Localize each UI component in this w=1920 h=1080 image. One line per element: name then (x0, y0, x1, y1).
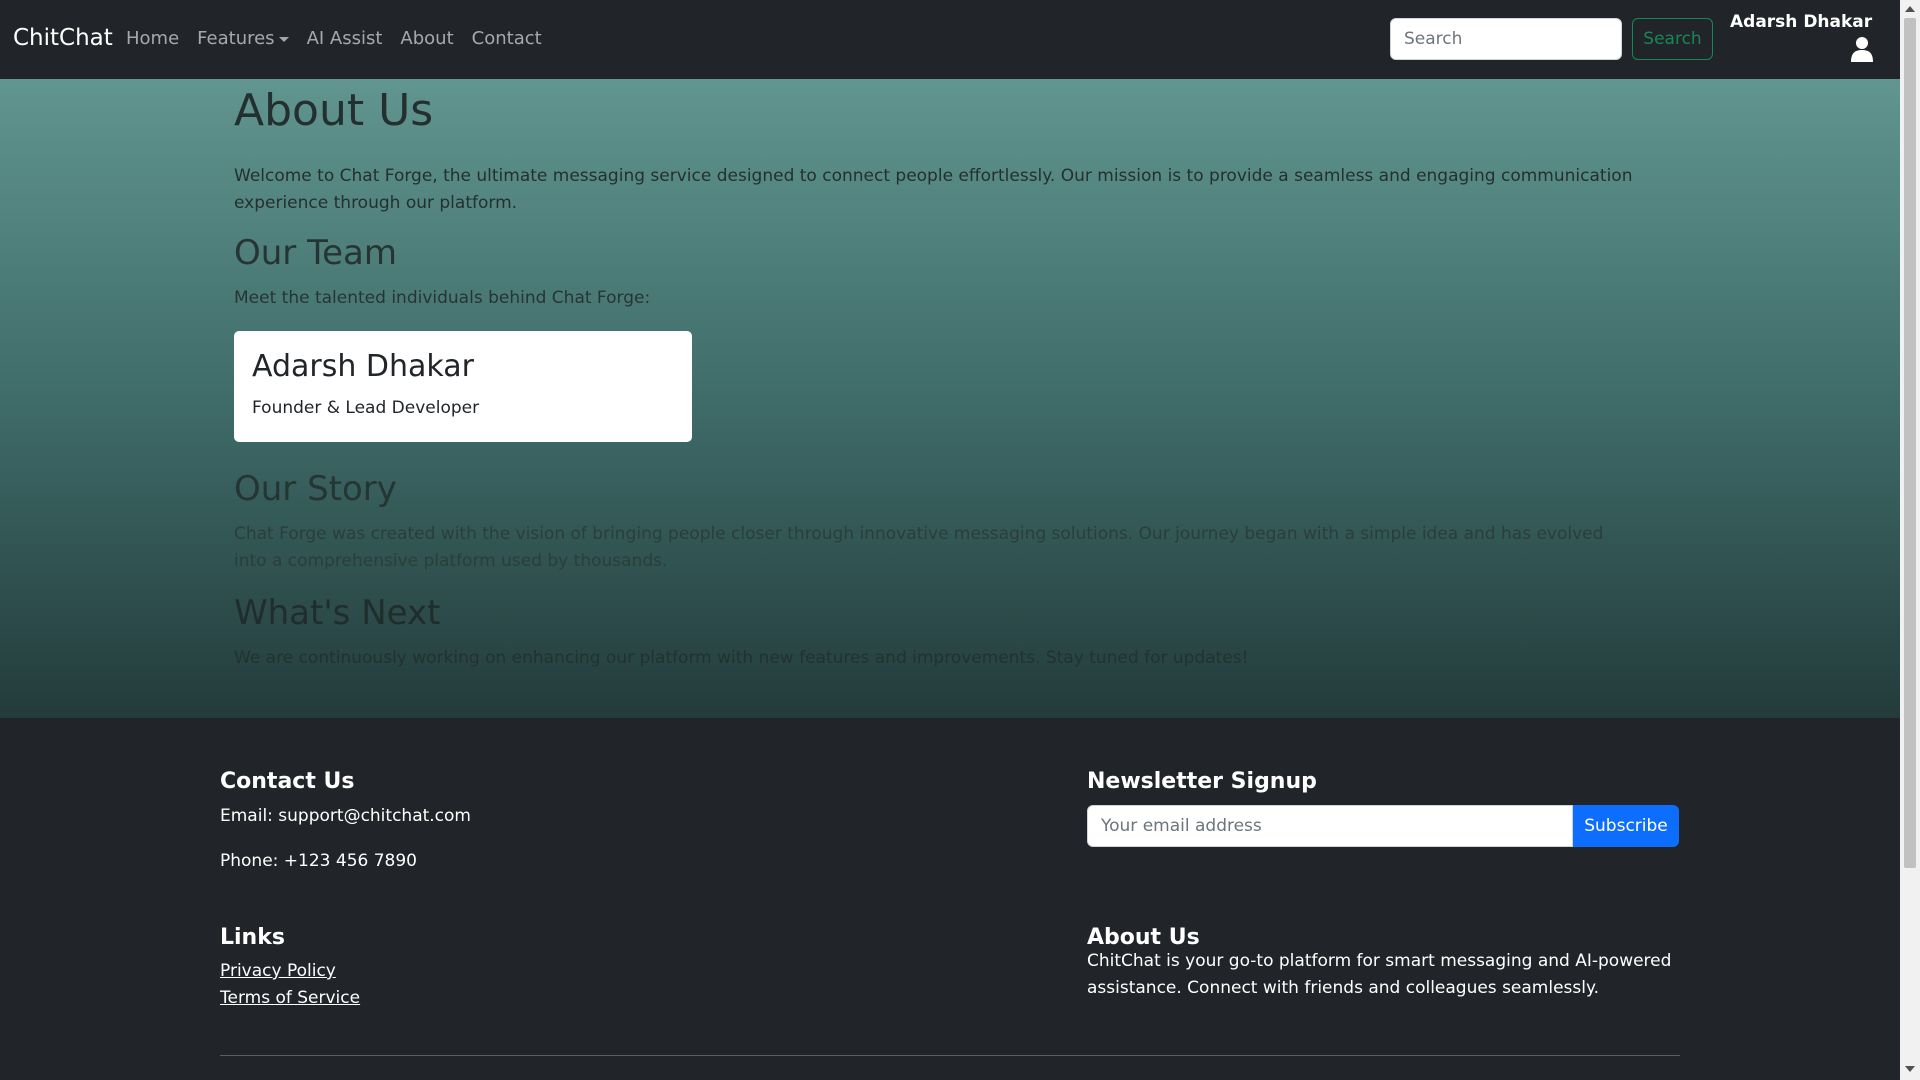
user-name: Adarsh Dhakar (1730, 12, 1873, 32)
team-intro: Meet the talented individuals behind Cha… (234, 288, 651, 308)
page-scrollbar[interactable] (1900, 0, 1920, 1080)
navbar: ChitChat Home Features AI Assist About C… (0, 0, 1900, 79)
brand-logo[interactable]: ChitChat (13, 25, 113, 51)
links-heading: Links (220, 925, 285, 950)
next-heading: What's Next (234, 593, 441, 633)
caret-down-icon (278, 36, 289, 42)
team-member-card: Adarsh Dhakar Founder & Lead Developer (234, 331, 692, 442)
nav-about[interactable]: About (400, 28, 453, 49)
user-icon[interactable] (1850, 36, 1874, 62)
newsletter-email-input[interactable] (1087, 805, 1573, 847)
nav-features-dropdown[interactable]: Features (197, 28, 289, 49)
team-member-role: Founder & Lead Developer (252, 398, 480, 418)
intro-text: Welcome to Chat Forge, the ultimate mess… (234, 166, 1633, 213)
scroll-down-arrow-icon[interactable] (1905, 1066, 1915, 1072)
page: ChitChat Home Features AI Assist About C… (0, 0, 1900, 1080)
footer: Contact Us Email: support@chitchat.com P… (0, 718, 1900, 1080)
footer-about-heading: About Us (1087, 925, 1200, 950)
scroll-up-arrow-icon[interactable] (1905, 6, 1915, 12)
team-member-name: Adarsh Dhakar (252, 349, 474, 384)
newsletter-heading: Newsletter Signup (1087, 769, 1317, 794)
story-text: Chat Forge was created with the vision o… (234, 524, 1604, 571)
about-section: About Us Welcome to Chat Forge, the ulti… (0, 79, 1900, 718)
story-heading: Our Story (234, 469, 397, 509)
contact-email: Email: support@chitchat.com (220, 806, 471, 826)
search-input[interactable] (1390, 18, 1622, 60)
terms-of-service-link[interactable]: Terms of Service (220, 988, 360, 1008)
search-button[interactable]: Search (1632, 18, 1713, 60)
nav-features-label: Features (197, 28, 275, 49)
footer-divider (220, 1055, 1680, 1056)
nav-ai-assist[interactable]: AI Assist (307, 28, 383, 49)
team-heading: Our Team (234, 233, 397, 273)
footer-about-text: ChitChat is your go-to platform for smar… (1087, 951, 1672, 998)
privacy-policy-link[interactable]: Privacy Policy (220, 961, 336, 981)
next-text: We are continuously working on enhancing… (234, 648, 1249, 668)
page-title: About Us (234, 85, 434, 136)
nav-home[interactable]: Home (126, 28, 179, 49)
contact-heading: Contact Us (220, 769, 355, 794)
scrollbar-thumb[interactable] (1904, 18, 1916, 868)
subscribe-button[interactable]: Subscribe (1573, 805, 1679, 847)
nav-contact[interactable]: Contact (472, 28, 542, 49)
nav-links: Home Features AI Assist About Contact (126, 28, 542, 49)
contact-phone: Phone: +123 456 7890 (220, 851, 418, 871)
